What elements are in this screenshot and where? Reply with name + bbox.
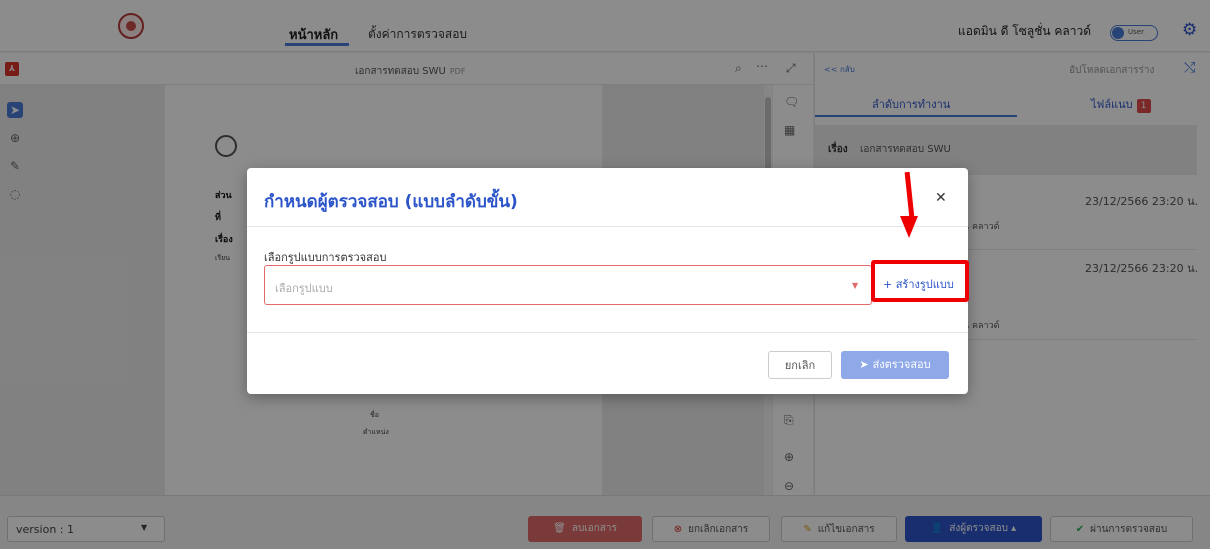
send-icon: ➤ [859, 358, 869, 371]
divider [247, 332, 968, 333]
review-pattern-label: เลือกรูปแบบการตรวจสอบ [264, 251, 387, 264]
modal-title: กำหนดผู้ตรวจสอบ (แบบลำดับขั้น) [264, 192, 518, 212]
submit-review-button[interactable]: ➤ ส่งตรวจสอบ [841, 351, 949, 379]
create-template-button[interactable]: + สร้างรูปแบบ [871, 260, 969, 302]
select-placeholder: เลือกรูปแบบ [275, 282, 333, 295]
review-pattern-select[interactable]: เลือกรูปแบบ ▼ [264, 265, 872, 305]
annotation-arrow-head [900, 216, 918, 238]
divider [247, 226, 968, 227]
chevron-down-icon: ▼ [852, 281, 859, 290]
submit-label: ส่งตรวจสอบ [872, 358, 931, 371]
assign-reviewer-modal: กำหนดผู้ตรวจสอบ (แบบลำดับขั้น) ✕ เลือกรู… [247, 168, 969, 394]
cancel-button[interactable]: ยกเลิก [768, 351, 832, 379]
create-template-label: + สร้างรูปแบบ [883, 278, 954, 291]
close-icon[interactable]: ✕ [935, 190, 947, 206]
